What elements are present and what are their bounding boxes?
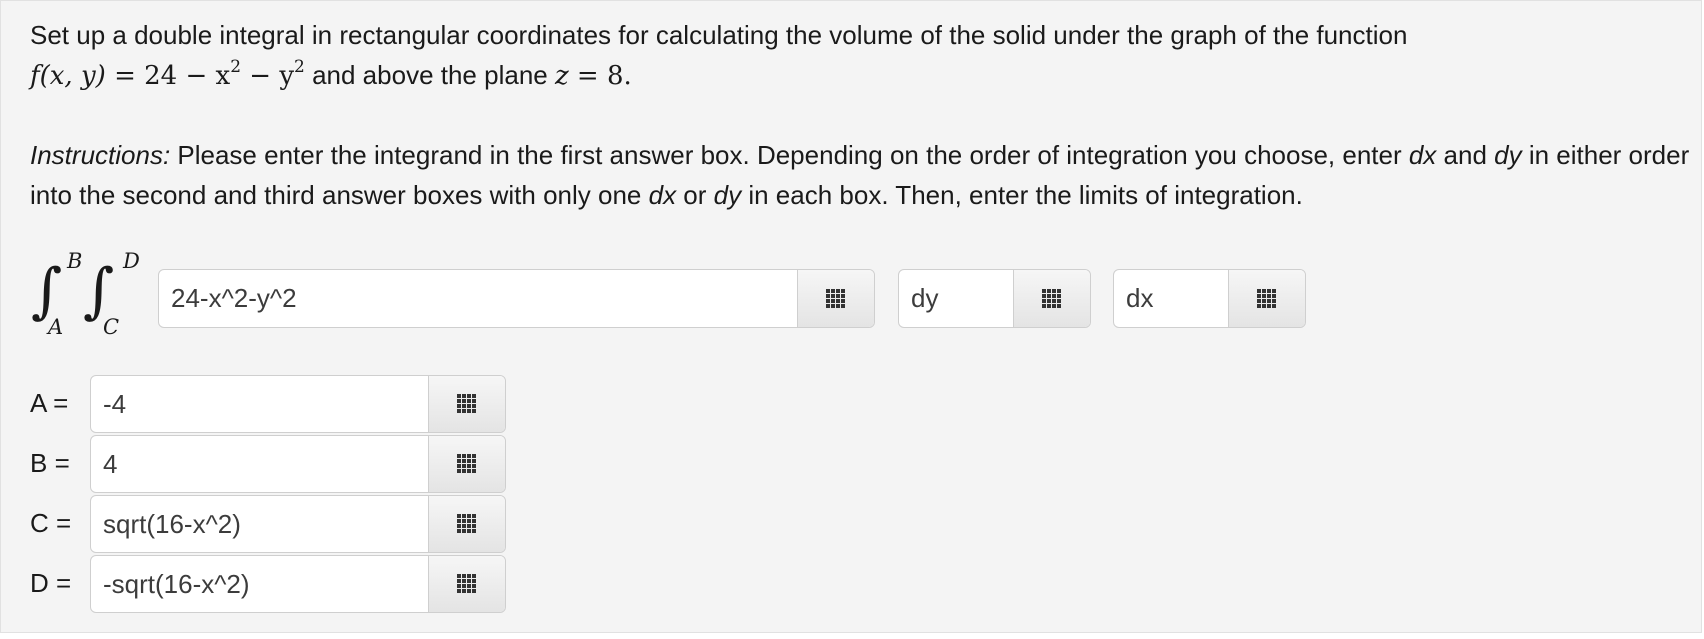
limit-a-label: A = — [30, 388, 69, 418]
instructions-dy-2: dy — [713, 180, 742, 210]
function-lhs: f(x, y) — [30, 61, 106, 91]
grid-icon — [826, 288, 846, 309]
exponent-1: 2 — [230, 57, 242, 78]
problem-panel: Set up a double integral in rectangular … — [0, 0, 1702, 633]
inner-upper-limit: D — [123, 249, 140, 273]
grid-icon — [1042, 288, 1062, 309]
limit-a-input[interactable]: -4 — [91, 376, 428, 432]
limit-d-input[interactable]: -sqrt(16-x^2) — [91, 556, 428, 612]
integrand-input[interactable]: 24-x^2-y^2 — [159, 270, 797, 327]
limit-a-palette-button[interactable] — [428, 376, 505, 432]
exponent-2: 2 — [294, 57, 305, 78]
instructions-and: and — [1436, 140, 1495, 170]
differential-2-answer-box: dx — [1113, 269, 1306, 328]
differential-1-input[interactable]: dy — [899, 270, 1013, 327]
instructions: Instructions: Please enter the integrand… — [30, 135, 1690, 215]
limit-a-answer-box: -4 — [90, 375, 506, 433]
grid-icon — [457, 514, 477, 534]
differential-2-palette-button[interactable] — [1228, 270, 1305, 327]
differential-1-answer-box: dy — [898, 269, 1091, 328]
outer-integral-sign: ∫ — [31, 256, 63, 326]
limit-b-input[interactable]: 4 — [91, 436, 428, 492]
limit-b-answer-box: 4 — [90, 435, 506, 493]
integrand-answer-box: 24-x^2-y^2 — [158, 269, 875, 328]
grid-icon — [457, 394, 477, 414]
limit-c-palette-button[interactable] — [428, 496, 505, 552]
instructions-dx-2: dx — [648, 180, 677, 210]
integrand-palette-button[interactable] — [797, 270, 874, 327]
grid-icon — [457, 574, 477, 594]
instructions-text-3: in each box. Then, enter the limits of i… — [741, 180, 1303, 210]
double-integral: ∫ B A ∫ D C — [31, 247, 156, 341]
outer-upper-limit: B — [67, 249, 83, 273]
plane-value: = 8. — [568, 61, 632, 91]
limit-d-label: D = — [30, 568, 72, 598]
instructions-dx: dx — [1408, 140, 1437, 170]
inner-integral-sign: ∫ — [83, 256, 115, 326]
instructions-dy: dy — [1494, 140, 1522, 170]
grid-icon — [457, 454, 477, 474]
outer-lower-limit: A — [48, 315, 64, 339]
differential-2-input[interactable]: dx — [1114, 270, 1228, 327]
inner-lower-limit: C — [103, 315, 120, 339]
differential-1-palette-button[interactable] — [1013, 270, 1090, 327]
limit-c-label: C = — [30, 508, 72, 538]
problem-statement: Set up a double integral in rectangular … — [30, 15, 1690, 96]
limit-c-input[interactable]: sqrt(16-x^2) — [91, 496, 428, 552]
function-rhs-a: = 24 − x — [114, 61, 231, 91]
instructions-text-1: Please enter the integrand in the first … — [170, 140, 1409, 170]
function-rhs-b: − y — [241, 61, 295, 91]
problem-text-middle: and above the plane — [304, 60, 555, 90]
plane-variable: z — [554, 61, 569, 91]
grid-icon — [1257, 288, 1277, 309]
limit-b-palette-button[interactable] — [428, 436, 505, 492]
instructions-label: Instructions: — [30, 140, 171, 170]
limit-b-label: B = — [30, 448, 70, 478]
problem-text-before: Set up a double integral in rectangular … — [30, 20, 1408, 50]
instructions-or: or — [676, 180, 714, 210]
limit-c-answer-box: sqrt(16-x^2) — [90, 495, 506, 553]
function-expression: f(x, y) = 24 − x2 − y2 — [30, 59, 305, 91]
limit-d-palette-button[interactable] — [428, 556, 505, 612]
limit-d-answer-box: -sqrt(16-x^2) — [90, 555, 506, 613]
